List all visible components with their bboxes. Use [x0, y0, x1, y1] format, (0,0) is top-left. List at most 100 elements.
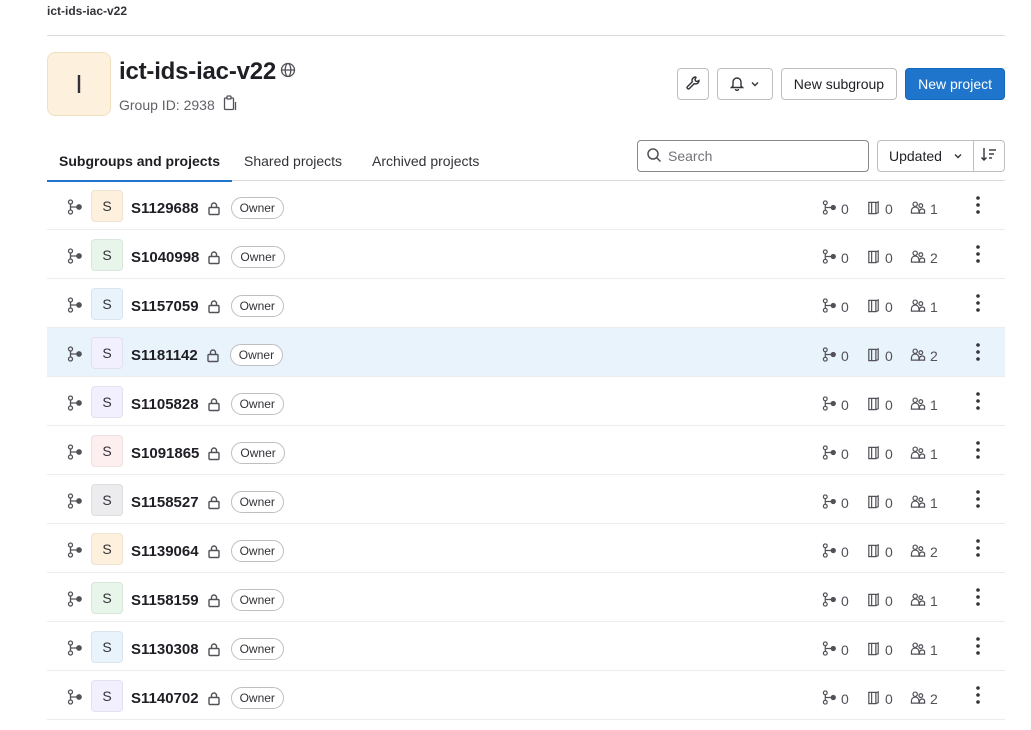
avatar[interactable]: S	[91, 533, 123, 565]
book-icon	[866, 690, 881, 708]
copy-icon[interactable]	[223, 95, 237, 114]
list-item[interactable]: S S1158159 Owner 0 0 1	[47, 573, 1005, 622]
role-badge: Owner	[230, 687, 284, 709]
subgroup-icon	[67, 297, 83, 318]
avatar[interactable]: S	[91, 288, 123, 320]
group-name-cell: S1181142 Owner	[131, 344, 284, 366]
subgroups-count: 0	[822, 592, 852, 610]
subgroups-count: 0	[822, 445, 852, 463]
more-actions-icon[interactable]	[976, 441, 980, 464]
subgroup-icon	[67, 199, 83, 220]
role-badge: Owner	[230, 638, 284, 660]
tab-shared-projects[interactable]: Shared projects	[232, 141, 354, 181]
list-item[interactable]: S S1158527 Owner 0 0 1	[47, 475, 1005, 524]
group-name-link[interactable]: S1091865	[131, 445, 199, 462]
group-name-link[interactable]: S1139064	[131, 543, 199, 560]
more-actions-icon[interactable]	[976, 686, 980, 709]
more-actions-icon[interactable]	[976, 539, 980, 562]
breadcrumb[interactable]: ict-ids-iac-v22	[47, 4, 127, 18]
group-name-link[interactable]: S1105828	[131, 396, 199, 413]
more-actions-icon[interactable]	[976, 392, 980, 415]
book-icon	[866, 396, 881, 414]
wrench-icon	[685, 75, 701, 94]
members-count: 2	[910, 249, 940, 267]
group-name-link[interactable]: S1181142	[131, 347, 198, 364]
list-item[interactable]: S S1105828 Owner 0 0 1	[47, 377, 1005, 426]
sort-label: Updated	[889, 148, 942, 164]
search-input[interactable]: Search	[637, 140, 869, 172]
avatar[interactable]: S	[91, 680, 123, 712]
more-actions-icon[interactable]	[976, 196, 980, 219]
group-name-link[interactable]: S1158527	[131, 494, 199, 511]
avatar[interactable]: S	[91, 435, 123, 467]
group-name-link[interactable]: S1140702	[131, 690, 199, 707]
book-icon	[866, 200, 881, 218]
group-name-link[interactable]: S1158159	[131, 592, 199, 609]
users-icon	[910, 396, 926, 414]
avatar[interactable]: S	[91, 484, 123, 516]
list-item[interactable]: S S1157059 Owner 0 0 1	[47, 279, 1005, 328]
new-subgroup-button[interactable]: New subgroup	[780, 68, 898, 100]
avatar[interactable]: S	[91, 190, 123, 222]
sort-direction-button[interactable]	[973, 140, 1005, 172]
group-name-link[interactable]: S1129688	[131, 200, 199, 217]
more-actions-icon[interactable]	[976, 490, 980, 513]
tab-archived-projects[interactable]: Archived projects	[360, 141, 491, 181]
list-item[interactable]: S S1140702 Owner 0 0 2	[47, 671, 1005, 720]
chevron-down-icon	[953, 148, 963, 164]
projects-count: 0	[866, 200, 896, 218]
subgroups-count: 0	[822, 494, 852, 512]
role-badge: Owner	[230, 393, 284, 415]
book-icon	[866, 298, 881, 316]
users-icon	[910, 249, 926, 267]
row-stats: 0 0 2	[822, 690, 940, 708]
book-icon	[866, 592, 881, 610]
subgroup-icon	[67, 444, 83, 465]
more-actions-icon[interactable]	[976, 294, 980, 317]
members-count: 1	[910, 641, 940, 659]
users-icon	[910, 641, 926, 659]
row-stats: 0 0 2	[822, 543, 940, 561]
group-name-link[interactable]: S1157059	[131, 298, 199, 315]
subgroup-icon	[67, 689, 83, 710]
settings-button[interactable]	[676, 68, 709, 100]
avatar[interactable]: S	[91, 337, 123, 369]
notification-button[interactable]	[716, 68, 773, 100]
lock-icon	[207, 495, 221, 510]
group-name-link[interactable]: S1040998	[131, 249, 199, 266]
group-name-cell: S1091865 Owner	[131, 442, 285, 464]
new-project-button[interactable]: New project	[905, 68, 1005, 100]
list-item[interactable]: S S1181142 Owner 0 0 2	[47, 328, 1005, 377]
book-icon	[866, 347, 881, 365]
list-item[interactable]: S S1139064 Owner 0 0 2	[47, 524, 1005, 573]
group-name-link[interactable]: S1130308	[131, 641, 199, 658]
more-actions-icon[interactable]	[976, 637, 980, 660]
list-item[interactable]: S S1040998 Owner 0 0 2	[47, 230, 1005, 279]
subgroup-icon	[822, 690, 837, 708]
list-item[interactable]: S S1129688 Owner 0 0 1	[47, 181, 1005, 230]
group-title-row: ict-ids-iac-v22	[119, 58, 296, 86]
subgroup-icon	[822, 249, 837, 267]
avatar[interactable]: S	[91, 239, 123, 271]
more-actions-icon[interactable]	[976, 245, 980, 268]
group-name-cell: S1157059 Owner	[131, 295, 284, 317]
users-icon	[910, 298, 926, 316]
avatar[interactable]: S	[91, 386, 123, 418]
tab-subgroups-and-projects[interactable]: Subgroups and projects	[47, 141, 233, 182]
avatar[interactable]: S	[91, 631, 123, 663]
list-item[interactable]: S S1130308 Owner 0 0 1	[47, 622, 1005, 671]
subgroup-icon	[822, 641, 837, 659]
role-badge: Owner	[230, 295, 284, 317]
more-actions-icon[interactable]	[976, 343, 980, 366]
row-stats: 0 0 2	[822, 249, 940, 267]
avatar[interactable]: S	[91, 582, 123, 614]
lock-icon	[207, 299, 221, 314]
list-item[interactable]: S S1091865 Owner 0 0 1	[47, 426, 1005, 475]
projects-count: 0	[866, 690, 896, 708]
subgroups-list: S S1129688 Owner 0 0 1 S S1040998 Owner …	[47, 181, 1005, 720]
subgroup-icon	[822, 494, 837, 512]
row-stats: 0 0 1	[822, 396, 940, 414]
sort-dropdown[interactable]: Updated	[877, 140, 974, 172]
more-actions-icon[interactable]	[976, 588, 980, 611]
group-name-cell: S1040998 Owner	[131, 246, 285, 268]
